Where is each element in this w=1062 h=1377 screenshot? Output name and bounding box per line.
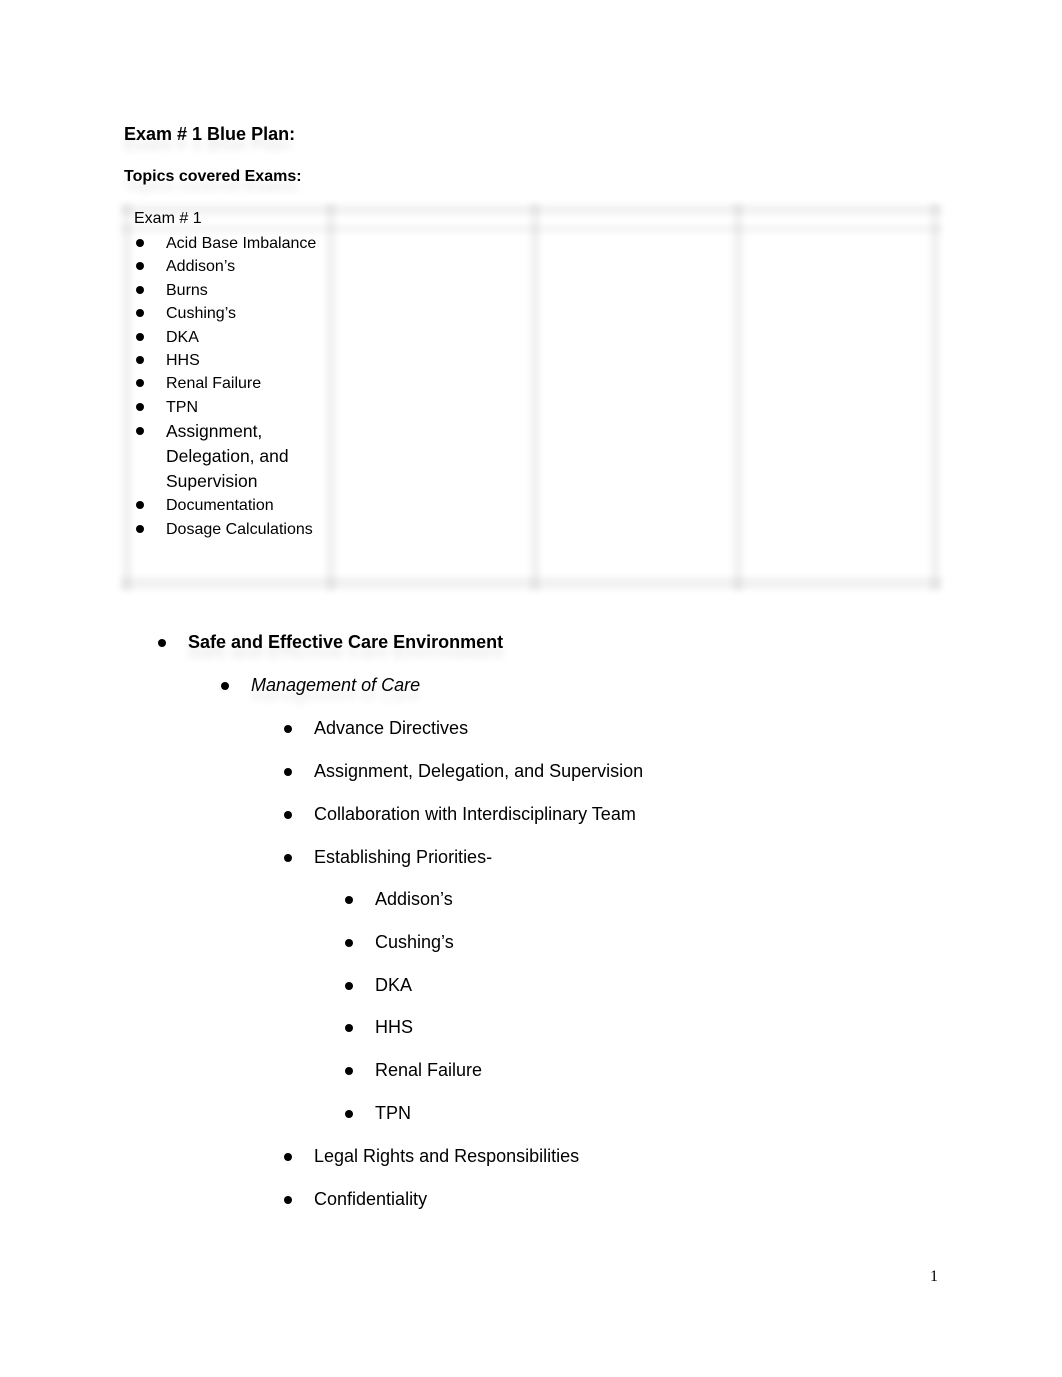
- bullet-icon: [136, 402, 144, 411]
- bullet-icon: [221, 682, 229, 690]
- bullet-icon: [136, 379, 144, 388]
- document-title: Exam # 1 Blue Plan:: [124, 124, 296, 144]
- bullet-icon: [345, 938, 353, 947]
- outline-level-1: Safe and Effective Care Environment: [158, 632, 503, 653]
- outline-category: Safe and Effective Care Environment: [158, 632, 503, 653]
- list-item: Establishing Priorities-: [284, 847, 643, 890]
- bullet-icon: [136, 501, 144, 510]
- list-item: TPN: [345, 1103, 482, 1146]
- page-number: 1: [930, 1268, 938, 1285]
- bullet-icon: [136, 356, 144, 365]
- bullet-icon: [284, 854, 292, 862]
- bullet-icon: [158, 639, 166, 647]
- list-item: Acid Base Imbalance: [134, 232, 334, 255]
- list-item: Burns: [134, 279, 334, 302]
- list-item: Legal Rights and Responsibilities: [284, 1146, 579, 1189]
- bullet-icon: [284, 811, 292, 819]
- list-item: Confidentiality: [284, 1189, 579, 1232]
- bullet-icon: [345, 896, 353, 904]
- bullet-icon: [136, 309, 144, 318]
- table-cell-heading: Exam # 1: [134, 210, 202, 227]
- bullet-icon: [136, 427, 144, 436]
- list-item: Renal Failure: [345, 1060, 482, 1103]
- list-item: Assignment, Delegation, and Supervision: [284, 761, 643, 804]
- bullet-icon: [284, 725, 292, 733]
- list-item: Advance Directives: [284, 718, 643, 761]
- list-item: DKA: [345, 975, 482, 1018]
- list-item: Collaboration with Interdisciplinary Tea…: [284, 804, 643, 847]
- bullet-icon: [136, 239, 144, 247]
- list-item: Cushing’s: [345, 932, 482, 975]
- table-border-left: [122, 203, 132, 591]
- list-item: Renal Failure: [134, 372, 334, 395]
- exam-topic-list: Acid Base Imbalance Addison’s Burns Cush…: [134, 232, 334, 541]
- outline-topics: Advance Directives Assignment, Delegatio…: [284, 718, 643, 890]
- outline-priorities: Addison’s Cushing’s DKA HHS Renal Failur…: [345, 889, 482, 1146]
- list-item: Documentation: [134, 494, 334, 517]
- bullet-icon: [136, 262, 144, 271]
- section-subtitle: Topics covered Exams:: [124, 168, 302, 185]
- list-item: DKA: [134, 326, 334, 349]
- list-item: HHS: [134, 349, 334, 372]
- bullet-icon: [284, 1196, 292, 1204]
- bullet-icon: [136, 332, 144, 341]
- list-item: Assignment, Delegation, and Supervision: [134, 419, 334, 494]
- list-item: Cushing’s: [134, 302, 334, 325]
- list-item: Dosage Calculations: [134, 518, 334, 541]
- bullet-icon: [345, 1109, 353, 1118]
- bullet-icon: [284, 768, 292, 776]
- list-item: Addison’s: [345, 889, 482, 932]
- outline-topics-continued: Legal Rights and Responsibilities Confid…: [284, 1146, 579, 1232]
- list-item: TPN: [134, 396, 334, 419]
- bullet-icon: [345, 1067, 353, 1076]
- list-item: Addison’s: [134, 255, 334, 278]
- bullet-icon: [136, 524, 144, 533]
- bullet-icon: [345, 1024, 353, 1033]
- table-column-divider: [530, 203, 540, 591]
- list-item: HHS: [345, 1017, 482, 1060]
- outline-level-2: Management of Care: [221, 675, 420, 696]
- bullet-icon: [284, 1153, 292, 1161]
- table-border-right: [930, 203, 940, 591]
- bullet-icon: [345, 981, 353, 990]
- table-column-divider: [733, 203, 743, 591]
- bullet-icon: [136, 285, 144, 294]
- outline-subcategory: Management of Care: [221, 675, 420, 696]
